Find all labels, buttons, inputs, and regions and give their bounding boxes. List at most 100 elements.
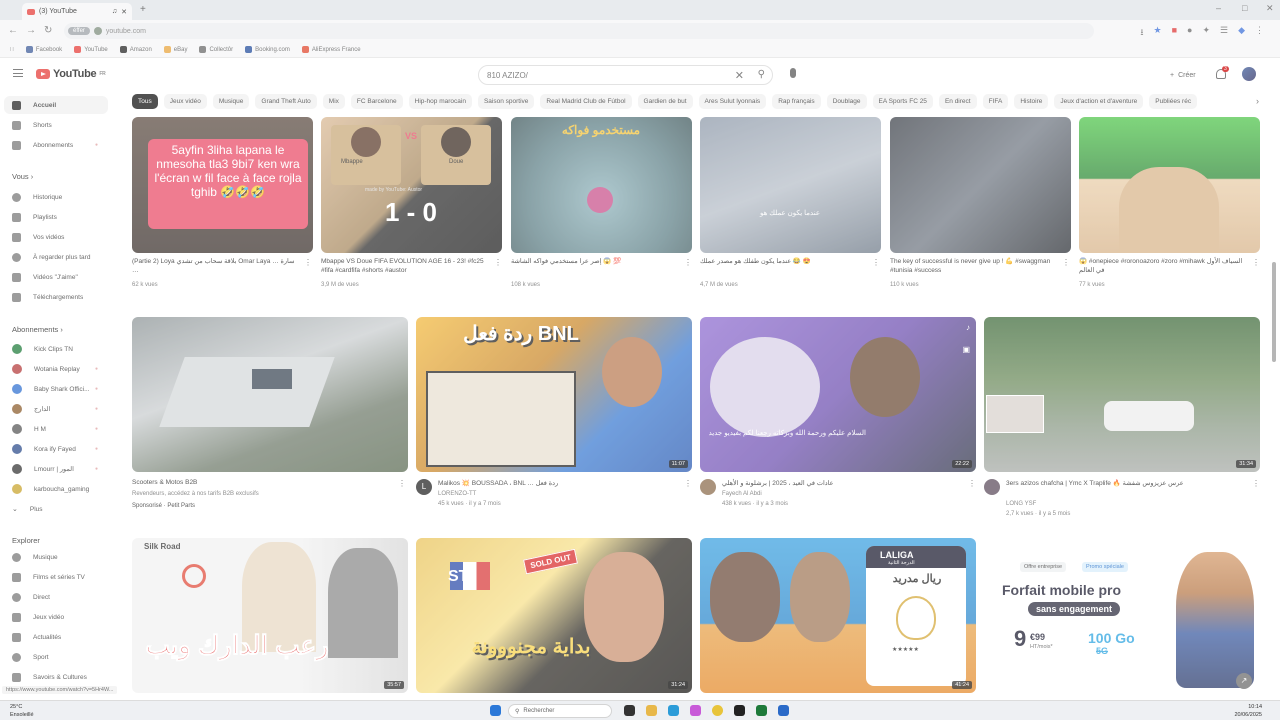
tab-close-icon[interactable]: ✕ bbox=[121, 8, 127, 16]
subscription-channel[interactable]: Kora ify Fayed ● bbox=[4, 440, 108, 458]
chip[interactable]: Doublage bbox=[826, 94, 867, 109]
extension-shield-icon[interactable]: ◆ bbox=[1238, 25, 1245, 41]
short-title[interactable]: Mbappe VS Doue FIFA EVOLUTION AGE 16 - 2… bbox=[321, 257, 491, 275]
close-window-icon[interactable]: ✕ bbox=[1266, 3, 1274, 14]
you-heading[interactable]: Vous › bbox=[12, 172, 33, 181]
taskbar-search-input[interactable]: ⚲ Rechercher bbox=[508, 704, 612, 718]
edge-icon[interactable] bbox=[668, 705, 679, 716]
short-thumbnail[interactable] bbox=[1079, 117, 1260, 253]
chip[interactable]: En direct bbox=[938, 94, 977, 109]
scrollbar-thumb[interactable] bbox=[1272, 262, 1276, 362]
bookmark-amazon[interactable]: Amazon bbox=[119, 46, 152, 53]
more-actions-icon[interactable]: ⋮ bbox=[1252, 258, 1260, 267]
chip-all[interactable]: Tous bbox=[132, 94, 158, 109]
weather-widget[interactable]: 25°C Ensoleillé bbox=[10, 703, 34, 719]
video-thumbnail[interactable]: Silk Road رعب الدارك ويب 35:57 bbox=[132, 538, 408, 693]
chip[interactable]: Ares Sulut lyonnais bbox=[698, 94, 767, 109]
chip[interactable]: Jeux d'action et d'aventure bbox=[1054, 94, 1144, 109]
tab-mute-icon[interactable]: ♫ bbox=[112, 8, 117, 15]
bookmark-booking[interactable]: Booking.com bbox=[245, 46, 290, 53]
more-actions-icon[interactable]: ⋮ bbox=[968, 479, 976, 488]
sidebar-item-movies[interactable]: Films et séries TV bbox=[4, 568, 108, 586]
new-tab-icon[interactable]: + bbox=[140, 4, 146, 15]
video-thumbnail[interactable]: السلام عليكم ورحمة الله وبركاته رجعنا لك… bbox=[700, 317, 976, 472]
chip[interactable]: Hip-hop marocain bbox=[408, 94, 472, 109]
short-thumbnail[interactable]: 5ayfin 3liha lapana le nmesoha tla3 9bi7… bbox=[132, 117, 313, 253]
short-thumbnail[interactable]: VS Mbappe Doue made by YouTube: Austor 1… bbox=[321, 117, 502, 253]
reload-icon[interactable]: ↻ bbox=[44, 25, 52, 36]
subscriptions-heading[interactable]: Abonnements › bbox=[12, 325, 63, 334]
more-actions-icon[interactable]: ⋮ bbox=[684, 479, 692, 488]
system-clock[interactable]: 10:14 20/06/2025 bbox=[1234, 703, 1262, 719]
more-actions-icon[interactable]: ⋮ bbox=[398, 479, 406, 488]
sidebar-item-watch-later[interactable]: À regarder plus tard bbox=[4, 248, 108, 266]
chip[interactable]: Rap français bbox=[772, 94, 821, 109]
sidebar-item-playlists[interactable]: Playlists bbox=[4, 208, 108, 226]
chip[interactable]: FC Barcelone bbox=[350, 94, 403, 109]
url-field[interactable]: éffer youtube.com bbox=[64, 23, 1094, 39]
chip[interactable]: Mix bbox=[322, 94, 345, 109]
search-input[interactable]: 810 AZIZO/ ✕ ⚲ bbox=[478, 65, 773, 85]
more-actions-icon[interactable]: ⋮ bbox=[1252, 479, 1260, 488]
more-actions-icon[interactable]: ⋮ bbox=[1062, 258, 1070, 267]
bookmark-aliexpress[interactable]: AliExpress France bbox=[301, 46, 361, 53]
volume-icon[interactable]: ♪ bbox=[966, 323, 970, 332]
short-title[interactable]: (Partie 2) Loya بلاقة سحاب من تشدي Omar … bbox=[132, 257, 302, 275]
minimize-icon[interactable]: – bbox=[1216, 3, 1221, 13]
start-icon[interactable] bbox=[490, 705, 501, 716]
subscription-channel[interactable]: Baby Shark Offici... ● bbox=[4, 380, 108, 398]
task-view-icon[interactable] bbox=[624, 705, 635, 716]
subscription-channel[interactable]: الدارج ● bbox=[4, 400, 108, 418]
short-thumbnail[interactable] bbox=[890, 117, 1071, 253]
browser-tab[interactable]: (3) YouTube ♫ ✕ bbox=[22, 3, 132, 20]
app-icon[interactable] bbox=[690, 705, 701, 716]
sidebar-item-shorts[interactable]: Shorts bbox=[4, 116, 108, 134]
sidebar-item-home[interactable]: Accueil bbox=[4, 96, 108, 114]
browser-menu-icon[interactable]: ⋮ bbox=[1255, 25, 1264, 41]
video-title[interactable]: Scooters & Motos B2B bbox=[132, 479, 197, 486]
short-title[interactable]: إصر عرا مستخدمي فواكه الشاشة 😱 💯 bbox=[511, 257, 681, 266]
sidebar-toggle-icon[interactable]: ☰ bbox=[1220, 25, 1228, 41]
more-actions-icon[interactable]: ⋮ bbox=[494, 258, 502, 267]
channel-name[interactable]: LORENZO-TT bbox=[438, 491, 476, 497]
back-icon[interactable]: ← bbox=[8, 25, 18, 36]
ad-open-icon[interactable]: ↗ bbox=[1236, 673, 1252, 689]
channel-avatar[interactable]: L bbox=[416, 479, 432, 495]
app-icon[interactable] bbox=[756, 705, 767, 716]
channel-avatar[interactable] bbox=[700, 479, 716, 495]
sidebar-item-gaming[interactable]: Jeux vidéo bbox=[4, 608, 108, 626]
chip[interactable]: Publiées réc bbox=[1149, 94, 1198, 109]
sidebar-item-sport[interactable]: Sport bbox=[4, 648, 108, 666]
subscription-channel[interactable]: Lmourr | المور ● bbox=[4, 460, 108, 478]
subscription-channel[interactable]: H M ● bbox=[4, 420, 108, 438]
bookmark-facebook[interactable]: Facebook bbox=[25, 46, 62, 53]
site-info-icon[interactable] bbox=[93, 27, 102, 35]
chip[interactable]: Jeux vidéo bbox=[163, 94, 207, 109]
extension-gray-icon[interactable]: ● bbox=[1187, 25, 1192, 41]
chip[interactable]: Gardien de but bbox=[637, 94, 693, 109]
bookmark-ebay[interactable]: eBay bbox=[163, 46, 187, 53]
channel-name[interactable]: Fayech Al Abdi bbox=[722, 491, 762, 497]
bookmark-star-icon[interactable]: ★ bbox=[1154, 25, 1162, 41]
create-button[interactable]: + Créer bbox=[1162, 66, 1204, 84]
sidebar-item-history[interactable]: Historique bbox=[4, 188, 108, 206]
account-avatar[interactable] bbox=[1242, 67, 1256, 81]
chip[interactable]: Grand Theft Auto bbox=[255, 94, 317, 109]
hamburger-menu-icon[interactable] bbox=[13, 69, 23, 77]
bookmark-collector[interactable]: Collectôr bbox=[199, 46, 233, 53]
more-actions-icon[interactable]: ⋮ bbox=[684, 258, 692, 267]
apps-icon[interactable]: ∷ bbox=[10, 46, 14, 53]
forward-icon[interactable]: → bbox=[26, 25, 36, 36]
channel-name[interactable]: LONG YSF bbox=[1006, 501, 1036, 507]
bookmark-youtube[interactable]: YouTube bbox=[74, 46, 108, 53]
video-thumbnail[interactable]: LALIGA الدرجة الثانية ريال مدريد ★★★★★ 4… bbox=[700, 538, 976, 693]
chip[interactable]: Histoire bbox=[1014, 94, 1049, 109]
chrome-icon[interactable] bbox=[712, 705, 723, 716]
sidebar-item-liked-videos[interactable]: Vidéos "J'aime" bbox=[4, 268, 108, 286]
subscription-channel[interactable]: karboucha_gaming bbox=[4, 480, 108, 498]
chip[interactable]: Real Madrid Club de Fútbol bbox=[540, 94, 632, 109]
chip[interactable]: FIFA bbox=[982, 94, 1009, 109]
video-thumbnail[interactable]: 31:34 bbox=[984, 317, 1260, 472]
video-title[interactable]: 3ers azizos chafcha | Ymc X Traplife 🔥 ع… bbox=[1006, 479, 1184, 487]
subscription-channel[interactable]: Wotania Replay ● bbox=[4, 360, 108, 378]
